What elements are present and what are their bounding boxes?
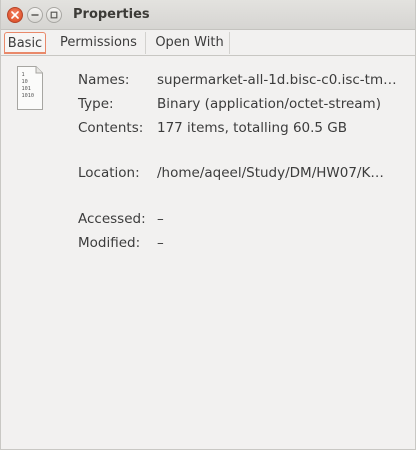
names-label: Names: [78,72,130,88]
type-row: Type: Binary (application/octet-stream) [0,94,416,114]
modified-value[interactable]: – [157,233,397,253]
accessed-row: Accessed: – [0,209,416,229]
accessed-value[interactable]: – [157,209,397,229]
window-title: Properties [73,7,150,22]
type-value[interactable]: Binary (application/octet-stream) [157,94,397,114]
maximize-button[interactable] [46,7,62,23]
close-button[interactable] [7,7,23,23]
maximize-icon [50,11,58,19]
minimize-icon [31,14,39,16]
accessed-label: Accessed: [78,211,146,227]
modified-label: Modified: [78,235,141,251]
title-bar[interactable]: Properties [0,0,416,30]
location-label: Location: [78,165,140,181]
tab-permissions[interactable]: Permissions [52,32,146,54]
location-value[interactable]: /home/aqeel/Study/DM/HW07/K… [157,163,397,183]
names-value[interactable]: supermarket-all-1d.bisc-c0.isc-tm… [157,70,397,90]
modified-row: Modified: – [0,233,416,253]
tab-basic[interactable]: Basic [4,32,46,54]
minimize-button[interactable] [27,7,43,23]
tab-open-with[interactable]: Open With [150,32,230,54]
contents-label: Contents: [78,120,144,136]
names-row: Names: supermarket-all-1d.bisc-c0.isc-tm… [0,70,416,90]
type-label: Type: [78,96,114,112]
tab-bar: Basic Permissions Open With [0,30,416,56]
location-row: Location: /home/aqeel/Study/DM/HW07/K… [0,163,416,183]
contents-value[interactable]: 177 items, totalling 60.5 GB [157,118,397,138]
contents-row: Contents: 177 items, totalling 60.5 GB [0,118,416,138]
close-icon [11,11,19,19]
